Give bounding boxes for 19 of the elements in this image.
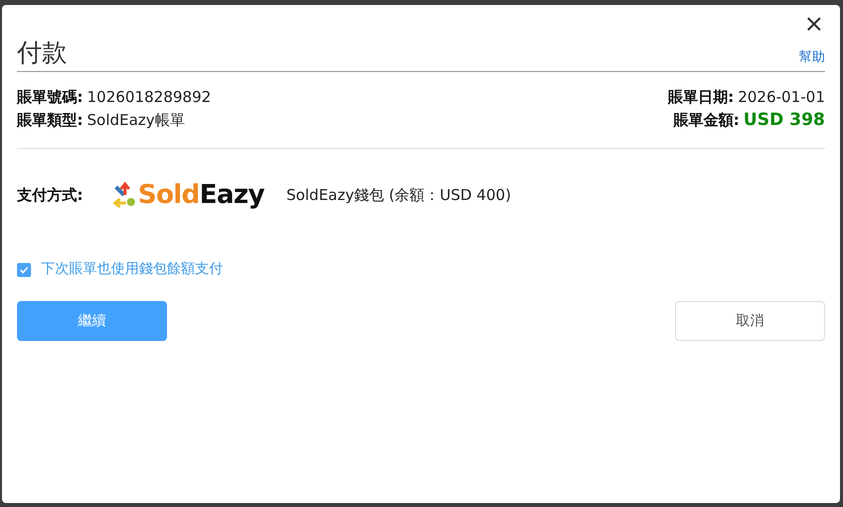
- field-label: 賬單日期:: [668, 87, 734, 108]
- field-value: 2026-01-01: [738, 87, 825, 108]
- checkbox[interactable]: [17, 262, 31, 276]
- field-label: 賬單類型:: [17, 110, 83, 131]
- field-value: SoldEazy帳單: [87, 110, 185, 131]
- checkbox-label: 下次賬單也使用錢包餘額支付: [41, 260, 223, 279]
- dialog-title: 付款: [17, 37, 67, 69]
- field-label: 賬單號碼:: [17, 87, 83, 108]
- arrows-icon: [112, 181, 138, 209]
- help-link[interactable]: 幫助: [799, 48, 825, 67]
- cancel-button[interactable]: 取消: [675, 301, 825, 341]
- payment-method: SoldEazy錢包 (余額：USD 400): [286, 184, 512, 206]
- field-value: 1026018289892: [87, 87, 212, 108]
- payment-label: 支付方式:: [17, 184, 84, 206]
- field-label: 賬單金額:: [673, 110, 740, 131]
- continue-button[interactable]: 繼續: [17, 301, 167, 341]
- logo-text: SoldEazy: [138, 182, 264, 208]
- check-icon: [19, 264, 29, 274]
- field-value: USD 398: [743, 109, 825, 132]
